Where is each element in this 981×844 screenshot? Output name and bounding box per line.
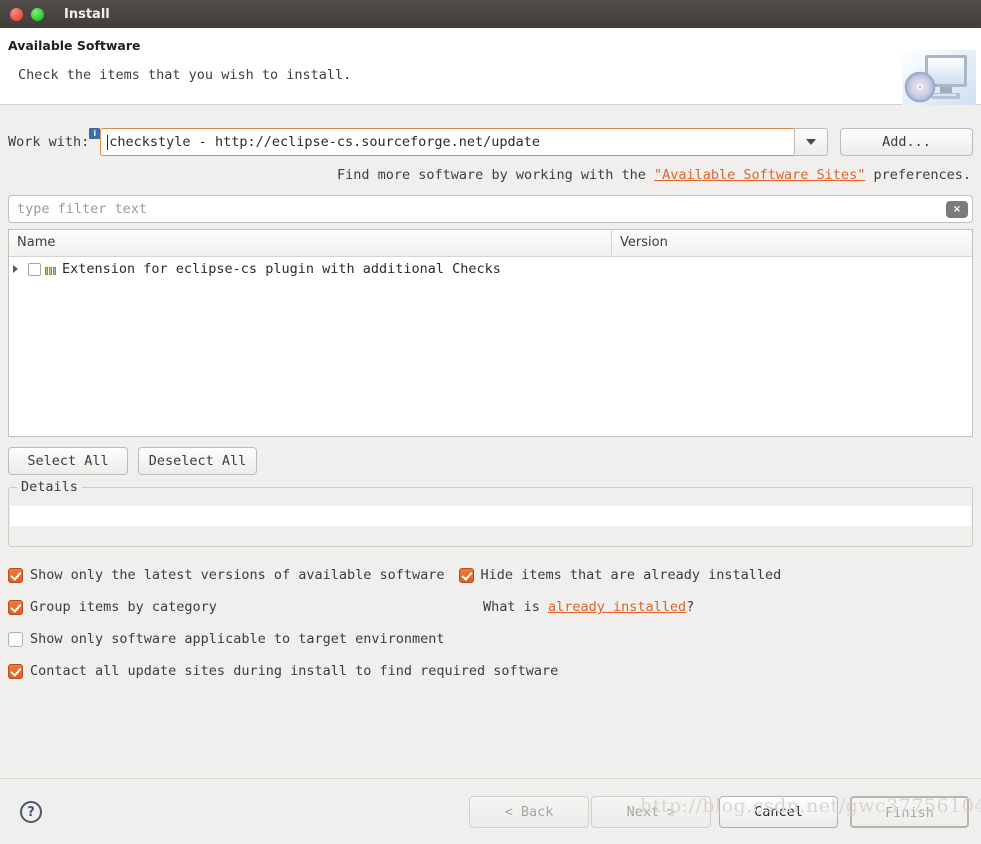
maximize-button[interactable] [31,7,44,21]
expand-triangle-icon[interactable] [13,265,23,273]
row-checkbox[interactable] [28,262,41,276]
checkbox-show-latest-versions[interactable] [8,567,23,583]
filter-field[interactable]: type filter text × [8,195,973,223]
table-row[interactable]: Extension for eclipse-cs plugin with add… [9,257,972,281]
details-content [10,506,971,526]
already-installed-question: What is already installed? [483,599,694,615]
available-software-sites-link[interactable]: "Available Software Sites" [654,167,865,183]
already-installed-link[interactable]: already installed [548,599,686,615]
title-bar: Install [0,0,981,28]
footer-buttons: < Back Next > Cancel Finish [469,795,973,828]
work-with-dropdown-button[interactable] [794,128,828,156]
details-legend: Details [17,479,82,495]
close-button[interactable] [10,7,23,21]
hint-prefix: Find more software by working with the [337,167,654,183]
table-header: Name Version [9,230,972,257]
options-row-3: Show only software applicable to target … [8,623,973,655]
row-name: Extension for eclipse-cs plugin with add… [62,261,501,277]
label-show-latest-versions: Show only the latest versions of availab… [30,567,445,583]
dialog-body: Work with: i checkstyle - http://eclipse… [0,105,981,778]
checkbox-target-environment[interactable] [8,631,23,647]
category-icon [45,263,60,275]
checkbox-contact-update-sites[interactable] [8,663,23,679]
cancel-button[interactable]: Cancel [719,795,838,828]
add-site-button[interactable]: Add... [840,128,973,156]
work-with-combo[interactable]: checkstyle - http://eclipse-cs.sourcefor… [100,128,828,156]
work-with-input[interactable]: checkstyle - http://eclipse-cs.sourcefor… [100,128,794,156]
help-icon[interactable]: ? [20,800,42,823]
page-title: Available Software [8,38,141,53]
filter-input[interactable]: type filter text [17,201,946,217]
hint-suffix: preferences. [865,167,971,183]
checkbox-group-by-category[interactable] [8,599,23,615]
work-with-value: checkstyle - http://eclipse-cs.sourcefor… [109,134,541,150]
back-button[interactable]: < Back [469,795,589,828]
options-section: Show only the latest versions of availab… [8,559,973,687]
column-header-version[interactable]: Version [612,230,972,256]
next-button[interactable]: Next > [591,795,711,828]
options-row-1: Show only the latest versions of availab… [8,559,973,591]
text-caret [107,134,109,150]
install-dialog: Install Available Software Check the ite… [0,0,981,844]
options-row-4: Contact all update sites during install … [8,655,973,687]
label-contact-update-sites: Contact all update sites during install … [30,663,559,679]
label-hide-installed: Hide items that are already installed [480,567,782,583]
label-group-by-category: Group items by category [30,599,217,615]
chevron-down-icon [806,139,816,145]
clear-filter-icon[interactable]: × [946,200,968,218]
label-target-environment: Show only software applicable to target … [30,631,445,647]
already-installed-suffix: ? [686,599,695,615]
details-group: Details [8,479,973,547]
dialog-footer: ? < Back Next > Cancel Finish http://blo… [0,778,981,844]
work-with-label: Work with: [8,134,90,150]
find-more-software-hint: Find more software by working with the "… [8,157,973,183]
checkbox-hide-installed[interactable] [458,567,474,583]
column-header-name[interactable]: Name [9,230,612,256]
work-with-row: Work with: i checkstyle - http://eclipse… [8,105,973,157]
page-subtitle: Check the items that you wish to install… [18,67,352,83]
info-badge-icon: i [89,127,101,139]
already-installed-prefix: What is [482,599,548,615]
options-row-2: Group items by category What is already … [8,591,973,623]
banner: Available Software Check the items that … [0,28,981,108]
select-all-button[interactable]: Select All [8,447,128,475]
install-computer-disc-icon [902,50,976,108]
window-title: Install [64,6,110,22]
software-table: Name Version Extension for eclipse-cs pl… [8,229,973,437]
deselect-all-button[interactable]: Deselect All [138,447,257,475]
finish-button[interactable]: Finish [850,795,969,828]
table-body: Extension for eclipse-cs plugin with add… [9,257,972,436]
selection-buttons: Select All Deselect All [8,447,973,475]
